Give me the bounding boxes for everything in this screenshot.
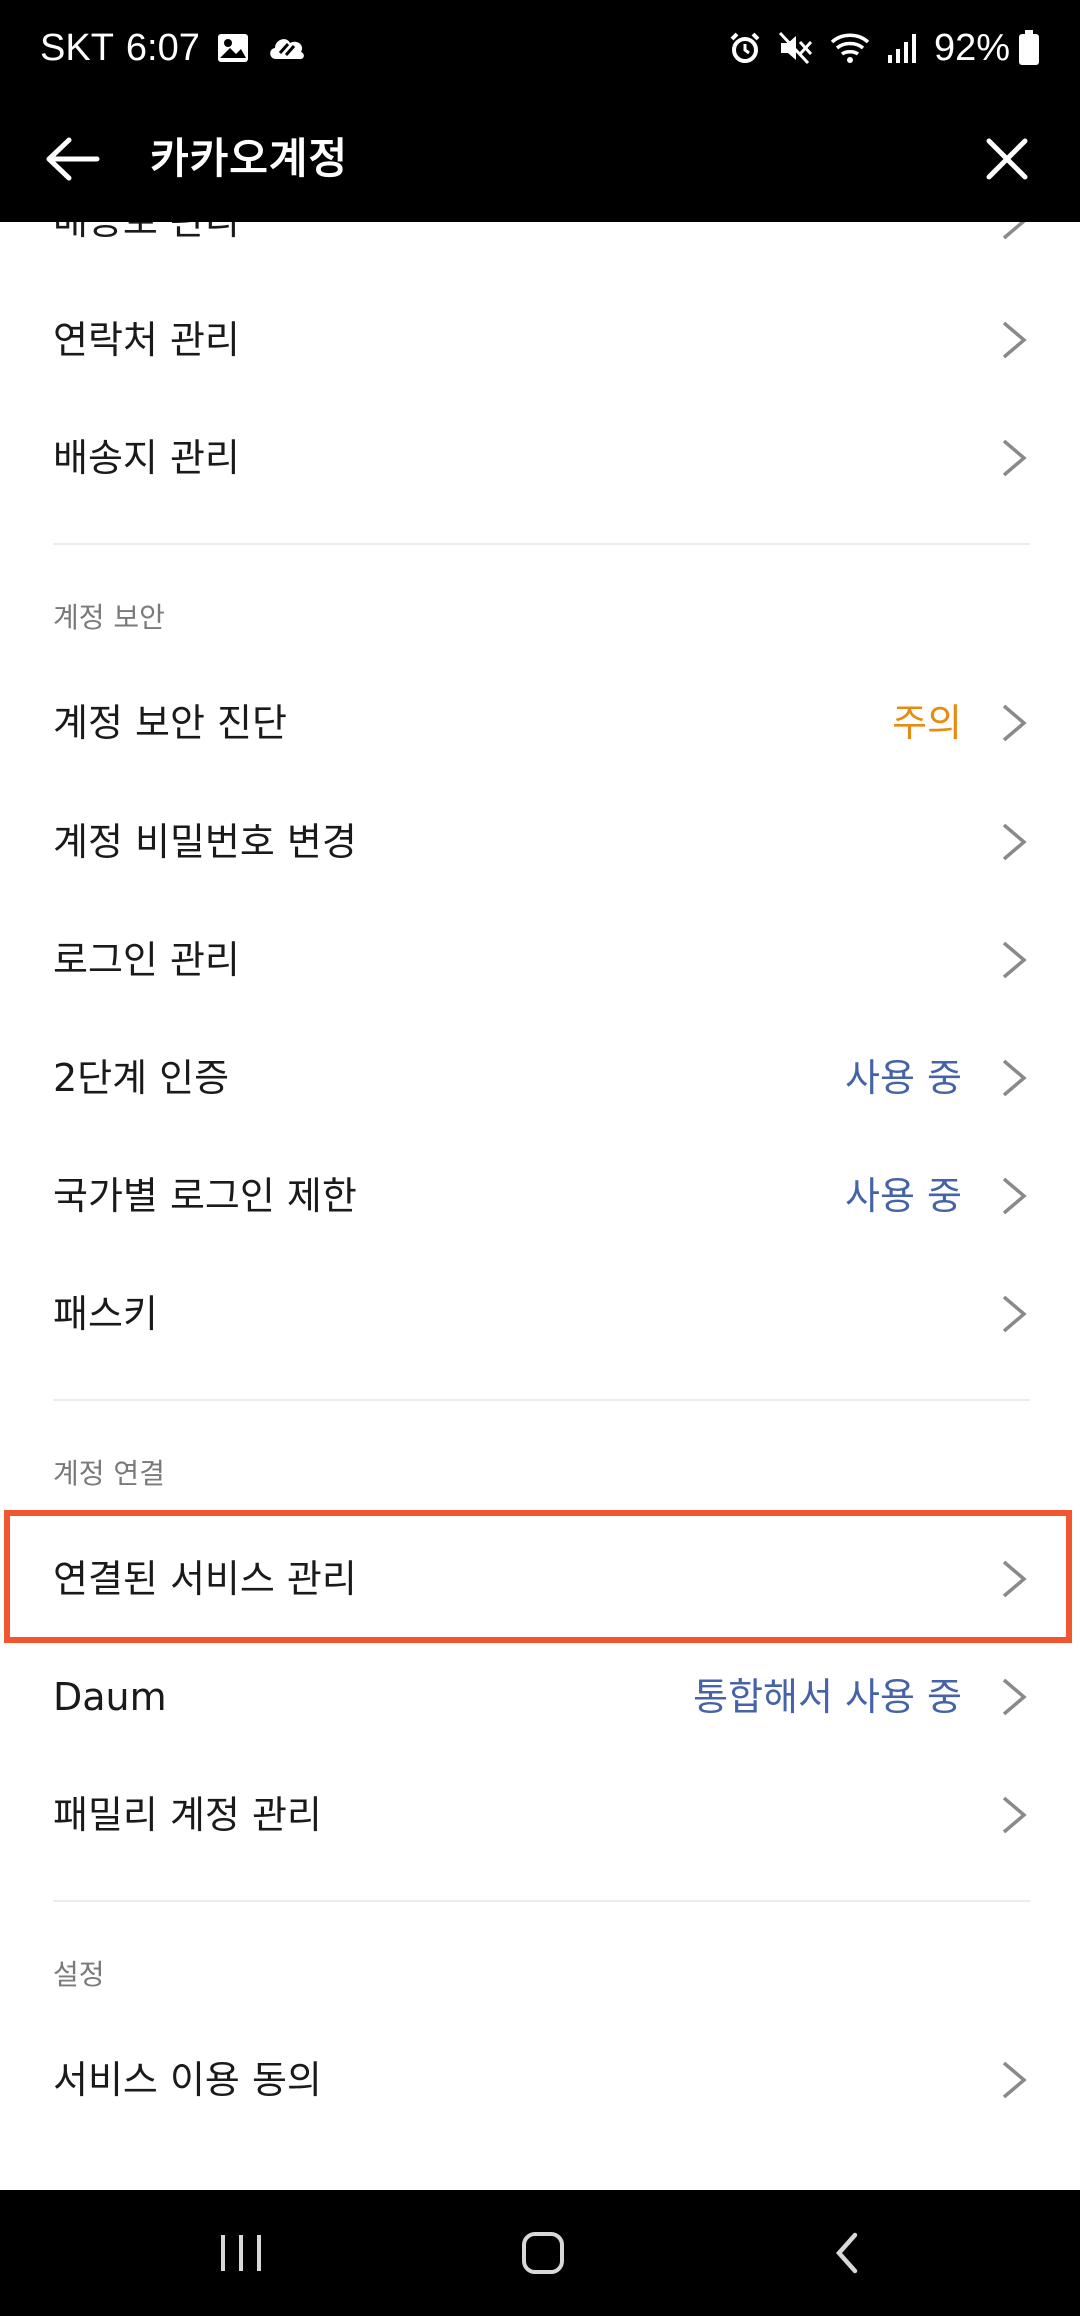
- list-item-security-checkup[interactable]: 계정 보안 진단 주의: [0, 664, 1080, 782]
- chevron-right-icon: [1002, 222, 1026, 240]
- list-item-label: 연결된 서비스 관리: [53, 1557, 357, 1601]
- status-value: 사용 중: [845, 1174, 962, 1218]
- carrier-label: SKT: [40, 26, 114, 69]
- chevron-right-icon: [1002, 823, 1027, 861]
- list-item-daum[interactable]: Daum 통합해서 사용 중: [0, 1638, 1080, 1756]
- battery-icon: [1018, 30, 1040, 66]
- signal-icon: [886, 31, 918, 65]
- list-item-label: 계정 보안 진단: [53, 701, 287, 745]
- recent-apps-icon: [221, 2235, 261, 2271]
- section-header-settings: 설정: [53, 1958, 105, 1991]
- list-item-label: 연락처 관리: [53, 318, 240, 362]
- list-item-passkey[interactable]: 패스키: [0, 1255, 1080, 1373]
- list-item-label: 계정 비밀번호 변경: [53, 820, 357, 864]
- divider: [53, 1399, 1030, 1401]
- chevron-right-icon: [1002, 704, 1027, 742]
- chevron-right-icon: [1002, 1295, 1027, 1333]
- battery-percent: 92%: [933, 26, 1010, 69]
- section-header-security: 계정 보안: [53, 601, 165, 634]
- chevron-right-icon: [1002, 321, 1027, 359]
- list-item-label: 배송지 관리: [53, 436, 240, 480]
- home-button[interactable]: [498, 2218, 588, 2288]
- chevron-right-icon: [1002, 1678, 1027, 1716]
- back-icon: [835, 2232, 858, 2274]
- list-item-shipping-partial[interactable]: 배송로 관리: [0, 222, 1080, 280]
- wifi-icon: [830, 31, 870, 65]
- clock: 6:07: [125, 26, 200, 69]
- close-button[interactable]: [974, 126, 1040, 192]
- divider: [53, 1900, 1030, 1902]
- cloud-icon: [266, 31, 308, 65]
- close-icon: [986, 138, 1028, 180]
- list-item-change-password[interactable]: 계정 비밀번호 변경: [0, 783, 1080, 901]
- chevron-right-icon: [1002, 1560, 1027, 1598]
- status-value: 주의: [892, 701, 962, 745]
- list-item-country-login-restriction[interactable]: 국가별 로그인 제한 사용 중: [0, 1137, 1080, 1255]
- divider: [53, 543, 1030, 545]
- gallery-icon: [216, 31, 250, 65]
- list-item-label: Daum: [53, 1675, 167, 1719]
- status-value: 통합해서 사용 중: [693, 1675, 962, 1719]
- list-item-service-consent[interactable]: 서비스 이용 동의: [0, 2021, 1080, 2139]
- app-header: 카카오계정: [0, 96, 1080, 222]
- arrow-left-icon: [46, 137, 100, 181]
- navigation-bar: [0, 2190, 1080, 2316]
- page-title: 카카오계정: [150, 134, 349, 183]
- back-button[interactable]: [40, 126, 106, 192]
- chevron-right-icon: [1002, 941, 1027, 979]
- chevron-right-icon: [1002, 1796, 1027, 1834]
- recent-apps-button[interactable]: [196, 2218, 286, 2288]
- list-item-label: 패밀리 계정 관리: [53, 1793, 322, 1837]
- list-item-label: 패스키: [53, 1292, 158, 1336]
- list-item-shipping-address[interactable]: 배송지 관리: [0, 399, 1080, 517]
- list-item-login-management[interactable]: 로그인 관리: [0, 901, 1080, 1019]
- list-item-label: 서비스 이용 동의: [53, 2058, 322, 2102]
- list-item-label: 국가별 로그인 제한: [53, 1174, 357, 1218]
- list-item-two-step-auth[interactable]: 2단계 인증 사용 중: [0, 1019, 1080, 1137]
- alarm-icon: [728, 31, 762, 65]
- section-header-account-link: 계정 연결: [53, 1457, 165, 1490]
- status-value: 사용 중: [845, 1056, 962, 1100]
- status-left: SKT 6:07: [40, 22, 308, 74]
- system-back-button[interactable]: [802, 2218, 892, 2288]
- list-item-family-account[interactable]: 패밀리 계정 관리: [0, 1756, 1080, 1874]
- status-right: 92%: [728, 22, 1040, 74]
- status-bar: SKT 6:07 92%: [0, 0, 1080, 96]
- chevron-right-icon: [1002, 1059, 1027, 1097]
- list-item-label: 로그인 관리: [53, 938, 240, 982]
- chevron-right-icon: [1002, 1177, 1027, 1215]
- list-item-connected-services[interactable]: 연결된 서비스 관리: [0, 1520, 1080, 1638]
- list-item-label: 2단계 인증: [53, 1056, 230, 1100]
- home-icon: [522, 2232, 564, 2274]
- list-item-contacts[interactable]: 연락처 관리: [0, 281, 1080, 399]
- chevron-right-icon: [1002, 2061, 1027, 2099]
- settings-list: 배송로 관리 연락처 관리 배송지 관리 계정 보안 계정 보안 진단 주의 계…: [0, 222, 1080, 2190]
- mute-icon: [778, 31, 814, 65]
- chevron-right-icon: [1002, 439, 1027, 477]
- list-item-label: 배송로 관리: [53, 222, 240, 280]
